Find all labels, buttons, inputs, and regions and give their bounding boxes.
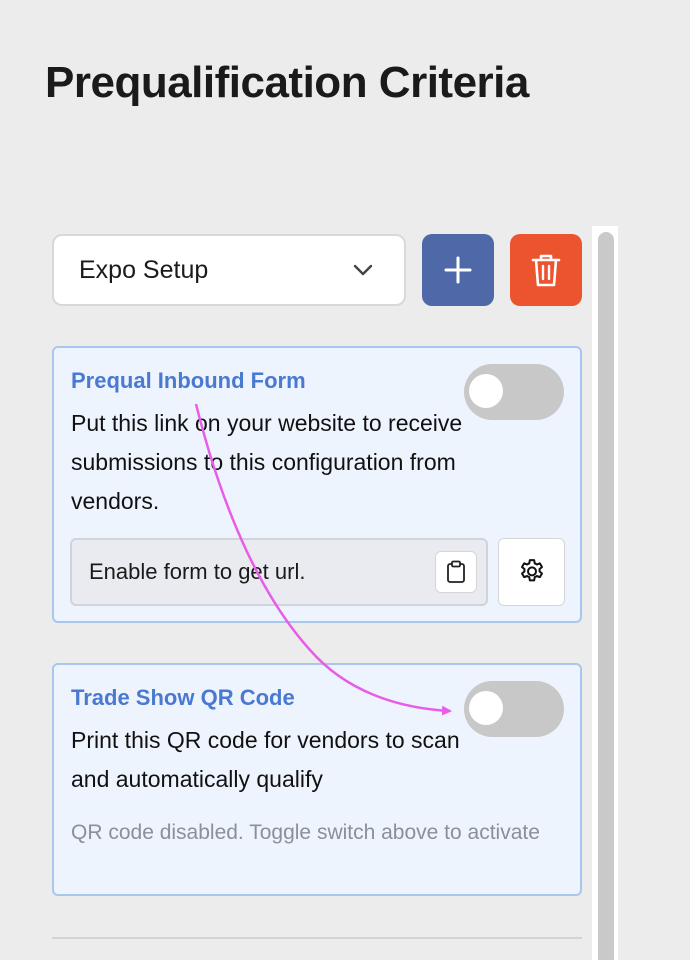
delete-configuration-button[interactable]: [510, 234, 582, 306]
section-divider: [52, 937, 582, 939]
scrollbar-thumb[interactable]: [598, 232, 614, 960]
trade-show-qr-toggle[interactable]: [464, 681, 564, 737]
page-title: Prequalification Criteria: [45, 58, 529, 107]
chevron-down-icon: [353, 264, 373, 276]
copy-url-button[interactable]: [435, 551, 477, 593]
prequal-inbound-form-title: Prequal Inbound Form: [71, 368, 306, 393]
prequal-inbound-form-card: Prequal Inbound Form Put this link on yo…: [52, 346, 582, 623]
configuration-select-value: Expo Setup: [79, 255, 209, 284]
form-url-field: Enable form to get url.: [70, 538, 488, 606]
form-settings-button[interactable]: [498, 538, 565, 606]
trash-icon: [531, 254, 561, 287]
qr-disabled-note: QR code disabled. Toggle switch above to…: [71, 821, 540, 844]
configuration-select[interactable]: Expo Setup: [52, 234, 406, 306]
prequal-inbound-form-description: Put this link on your website to receive…: [71, 410, 463, 514]
trade-show-qr-card: Trade Show QR Code Print this QR code fo…: [52, 663, 582, 896]
plus-icon: [444, 256, 472, 284]
form-url-placeholder: Enable form to get url.: [89, 559, 306, 584]
gear-icon: [520, 559, 543, 582]
configuration-toolbar: Expo Setup: [52, 234, 582, 306]
trade-show-qr-title: Trade Show QR Code: [71, 685, 295, 710]
add-configuration-button[interactable]: [422, 234, 494, 306]
toggle-knob: [469, 691, 503, 725]
trade-show-qr-description: Print this QR code for vendors to scan a…: [71, 727, 460, 792]
clipboard-icon: [447, 560, 465, 583]
prequalification-page: Prequalification Criteria Expo Setup Pre…: [0, 0, 690, 960]
toggle-knob: [469, 374, 503, 408]
